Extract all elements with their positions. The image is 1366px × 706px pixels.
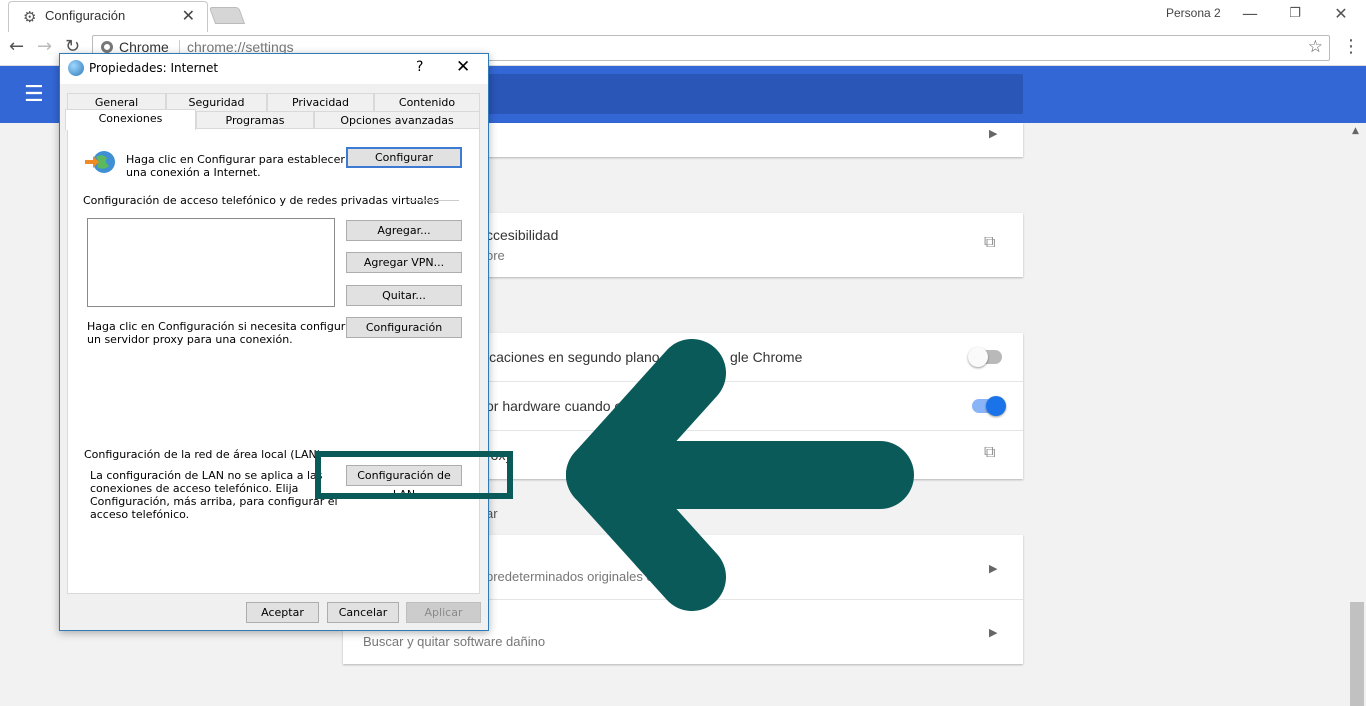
- cancelar-button[interactable]: Cancelar: [327, 602, 399, 623]
- tab-title: Configuración: [45, 8, 126, 23]
- external-link-icon[interactable]: ⧉: [984, 234, 995, 252]
- connections-list[interactable]: [87, 218, 335, 307]
- cleanup-label[interactable]: Buscar y quitar software dañino: [363, 634, 545, 649]
- dialup-heading: Configuración de acceso telefónico y de …: [83, 194, 440, 207]
- internet-globe-icon: [68, 60, 84, 76]
- lan-button-highlight-box: [315, 451, 513, 499]
- tab-contenido[interactable]: Contenido: [374, 93, 480, 112]
- bookmark-star-icon[interactable]: ☆: [1308, 37, 1323, 57]
- lan-text-line1: La configuración de LAN no se aplica a l…: [90, 469, 323, 482]
- proxy-text-line2: un servidor proxy para una conexión.: [87, 333, 293, 346]
- internet-properties-dialog: Propiedades: Internet ? ✕ General Seguri…: [59, 53, 489, 631]
- agregar-button[interactable]: Agregar...: [346, 220, 462, 241]
- new-tab-button[interactable]: [208, 7, 246, 24]
- dialog-titlebar: Propiedades: Internet ? ✕: [60, 54, 488, 84]
- tab-conexiones[interactable]: Conexiones: [65, 109, 196, 130]
- window-close-button[interactable]: ✕: [1329, 4, 1353, 23]
- group-divider: [408, 200, 459, 201]
- settings-search-box[interactable]: [487, 74, 1023, 114]
- hamburger-menu-icon[interactable]: ☰: [24, 82, 44, 107]
- tab-privacidad[interactable]: Privacidad: [267, 93, 374, 112]
- setup-text-line1: Haga clic en Configurar para establecer: [126, 153, 345, 166]
- lan-heading: Configuración de la red de área local (L…: [84, 448, 322, 461]
- proxy-text-line1: Haga clic en Configuración si necesita c…: [87, 320, 357, 333]
- aceptar-button[interactable]: Aceptar: [246, 602, 319, 623]
- help-button[interactable]: ?: [416, 59, 423, 75]
- back-arrow-icon[interactable]: ←: [9, 36, 24, 57]
- background-apps-toggle[interactable]: [968, 347, 1002, 367]
- globe-connection-icon: [85, 151, 115, 173]
- gear-icon: ⚙: [23, 8, 37, 26]
- scroll-up-arrow-icon[interactable]: ▲: [1352, 126, 1359, 136]
- pointer-arrow-annotation: [566, 339, 914, 611]
- caret-right-icon[interactable]: ▶: [989, 626, 997, 639]
- dialog-close-button[interactable]: ✕: [456, 57, 470, 77]
- accessibility-title: ccesibilidad: [486, 227, 559, 243]
- lan-text-line4: acceso telefónico.: [90, 508, 190, 521]
- external-link-icon[interactable]: ⧉: [984, 444, 995, 462]
- tab-close-icon[interactable]: ✕: [182, 6, 195, 25]
- aplicar-button[interactable]: Aplicar: [406, 602, 481, 623]
- configurar-button[interactable]: Configurar: [346, 147, 462, 168]
- forward-arrow-icon[interactable]: →: [37, 36, 52, 57]
- scrollbar-thumb[interactable]: [1350, 602, 1364, 706]
- setup-text-line2: una conexión a Internet.: [126, 166, 261, 179]
- caret-right-icon[interactable]: ▶: [989, 562, 997, 575]
- profile-name[interactable]: Persona 2: [1166, 6, 1221, 20]
- restore-button[interactable]: ❐: [1283, 6, 1307, 21]
- configuracion-button[interactable]: Configuración: [346, 317, 462, 338]
- minimize-button[interactable]: —: [1238, 4, 1262, 23]
- hardware-accel-toggle[interactable]: [972, 396, 1006, 416]
- lan-text-line3: Configuración, más arriba, para configur…: [90, 495, 338, 508]
- tab-settings[interactable]: ⚙ Configuración ✕: [8, 1, 208, 32]
- chrome-icon: [101, 41, 113, 53]
- menu-kebab-icon[interactable]: ⋮: [1342, 36, 1360, 57]
- caret-right-icon[interactable]: ▶: [989, 127, 997, 140]
- lan-text-line2: conexiones de acceso telefónico. Elija: [90, 482, 299, 495]
- agregar-vpn-button[interactable]: Agregar VPN...: [346, 252, 462, 273]
- quitar-button[interactable]: Quitar...: [346, 285, 462, 306]
- dialog-title: Propiedades: Internet: [89, 61, 219, 75]
